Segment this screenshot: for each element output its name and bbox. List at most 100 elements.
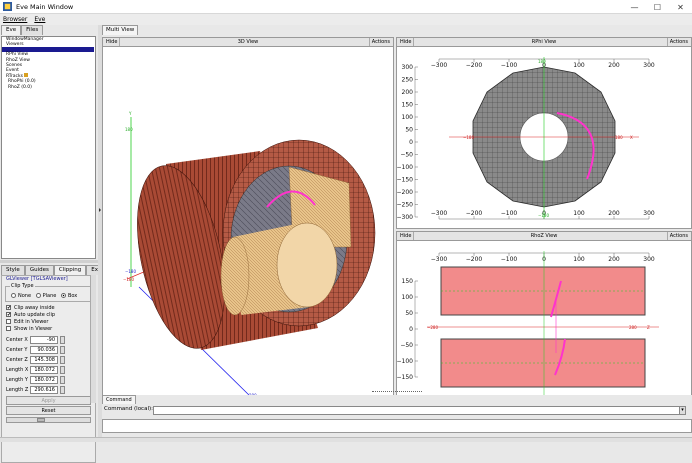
tab-multi-view[interactable]: Multi View (102, 25, 139, 35)
tree-item-rhoz[interactable]: RhoZ (0.0) (2, 85, 95, 90)
length-y-input[interactable] (30, 376, 58, 384)
window-title: Eve Main Window (16, 2, 74, 11)
rphi-label-x: X (630, 135, 633, 140)
view-3d[interactable]: Hide 3D View Actions 180 Y −180 −180 (102, 37, 394, 415)
actions-button-rphi[interactable]: Actions (666, 38, 690, 46)
rhoz-x-top-tick-label: 300 (643, 256, 655, 263)
field-center-x: Center X (2, 335, 95, 345)
actions-button-3d[interactable]: Actions (368, 38, 392, 46)
center-x-stepper[interactable] (60, 336, 65, 344)
maximize-button[interactable]: ☐ (646, 0, 669, 14)
actions-button-rhoz[interactable]: Actions (666, 232, 690, 240)
splitter-handle[interactable] (372, 391, 422, 394)
length-y-stepper[interactable] (60, 376, 65, 384)
view-rphi[interactable]: Hide RPhi View Actions −300 −200 −100 0 100 2… (396, 37, 692, 229)
tab-eve[interactable]: Eve (1, 25, 22, 35)
checkbox-edit-in-viewer[interactable]: Edit in Viewer (2, 319, 95, 326)
rphi-x-bottom-tick-label: −200 (466, 210, 483, 217)
rhoz-y-tick-label: 50 (405, 310, 413, 317)
rphi-x-top-tick-label: −200 (466, 62, 483, 69)
inner-cylinder-end (220, 236, 250, 316)
rphi-y-tick-label: 100 (402, 114, 414, 121)
length-z-stepper[interactable] (60, 386, 65, 394)
rphi-y-tick-label: −150 (397, 177, 413, 184)
rhoz-x-top-tick-label: −300 (431, 256, 448, 263)
view-rhoz-canvas[interactable]: −300−200−1000100200300 −300−200−10001002… (397, 241, 691, 414)
rhoz-x-top-tick-label: −100 (501, 256, 518, 263)
rphi-x-bottom-tick-label: 200 (608, 210, 620, 217)
tab-files[interactable]: Files (21, 25, 44, 35)
clip-type-label: Clip Type (10, 283, 35, 289)
center-y-input[interactable] (30, 346, 58, 354)
tab-style[interactable]: Style (1, 265, 25, 275)
rphi-label-xpos: 180 (615, 135, 623, 140)
radio-plane-label: Plane (42, 293, 57, 299)
axis-y-label-3d: 180 (125, 127, 133, 132)
checkbox-auto-update-clip[interactable]: ✔ Auto update clip (2, 312, 95, 319)
rhoz-y-tick-label: −150 (397, 374, 413, 381)
axis-x-label-3d: −180 (123, 277, 134, 282)
rphi-y-tick-label: −250 (397, 202, 413, 209)
rphi-x-top-tick-label: 300 (643, 62, 655, 69)
rhoz-y-tick-label: 100 (402, 294, 414, 301)
editor-scrollbar[interactable] (6, 417, 91, 423)
view-3d-header: Hide 3D View Actions (103, 38, 393, 47)
tab-clipping[interactable]: Clipping (53, 265, 87, 275)
view-rphi-canvas[interactable]: −300−200−1000100200300 −300−200−10001002… (397, 47, 691, 228)
command-dropdown[interactable]: ▾ (679, 406, 686, 415)
view-rphi-title: RPhi View (531, 39, 557, 45)
command-label: Command (local): (104, 406, 153, 412)
radio-plane[interactable] (35, 293, 41, 298)
center-y-stepper[interactable] (60, 346, 65, 354)
checkbox-show-in-viewer[interactable]: Show in Viewer (2, 326, 95, 333)
rphi-y-tick-label: 200 (402, 89, 414, 96)
rphi-x-bottom-tick-label: −300 (431, 210, 448, 217)
rphi-label-yneg: −180 (538, 213, 549, 218)
rphi-y-tick-label: 150 (402, 102, 414, 109)
left-panel: Eve Files WindowManager Viewers RPhi Vie… (0, 25, 114, 463)
field-center-z: Center Z (2, 355, 95, 365)
viewer-name: GLViewer [TGLSAViewer] (6, 276, 68, 282)
field-length-y: Length Y (2, 375, 95, 385)
rphi-label-ypos: 180 (538, 59, 546, 64)
apply-button[interactable]: Apply (6, 396, 91, 405)
view-rhoz-header: Hide RhoZ View Actions (397, 232, 691, 241)
menu-eve[interactable]: Eve (34, 16, 45, 23)
reset-button[interactable]: Reset (6, 406, 91, 415)
rphi-y-tick-label: −200 (397, 189, 413, 196)
field-length-z: Length Z (2, 385, 95, 395)
command-input[interactable] (153, 406, 685, 415)
menu-bar: Browser Eve (0, 14, 692, 25)
splitter-horizontal[interactable] (0, 260, 98, 263)
center-x-input[interactable] (30, 336, 58, 344)
status-bar (0, 437, 692, 442)
main-area: Multi View Hide 3D View Actions 180 Y −1… (102, 25, 692, 442)
scrollbar-thumb[interactable] (37, 418, 45, 422)
rphi-y-tick-label: 250 (402, 77, 414, 84)
length-x-input[interactable] (30, 366, 58, 374)
center-z-stepper[interactable] (60, 356, 65, 364)
rphi-y-tick-label: 0 (409, 139, 413, 146)
axis-y-name-3d: Y (128, 111, 132, 116)
rphi-y-tick-label: −50 (400, 152, 413, 159)
length-z-input[interactable] (30, 386, 58, 394)
axis-ny-label-3d: −180 (125, 269, 136, 274)
menu-browser[interactable]: Browser (3, 16, 27, 23)
radio-box[interactable] (60, 293, 66, 298)
minimize-button[interactable]: — (623, 0, 646, 14)
length-x-stepper[interactable] (60, 366, 65, 374)
field-center-y: Center Y (2, 345, 95, 355)
view-3d-canvas[interactable]: 180 Y −180 −180 280 Z (103, 47, 393, 414)
radio-none[interactable] (11, 293, 16, 298)
title-bar: Eve Main Window — ☐ ✕ (0, 0, 692, 14)
list-tree[interactable]: WindowManager Viewers RPhi View RhoZ Vie… (1, 36, 96, 259)
tab-guides[interactable]: Guides (24, 265, 54, 275)
rhoz-y-tick-label: −100 (397, 358, 413, 365)
center-z-input[interactable] (30, 356, 58, 364)
close-button[interactable]: ✕ (669, 0, 692, 14)
editor-vertical-scrollbar[interactable] (90, 275, 96, 403)
command-area: Command Command (local): ▾ (102, 391, 692, 442)
view-rhoz[interactable]: Hide RhoZ View Actions −300 −200 −100 0 100 2… (396, 231, 692, 415)
checkbox-clip-away-inside[interactable]: ✔ Clip away inside (2, 305, 95, 312)
tab-command[interactable]: Command (102, 395, 136, 404)
